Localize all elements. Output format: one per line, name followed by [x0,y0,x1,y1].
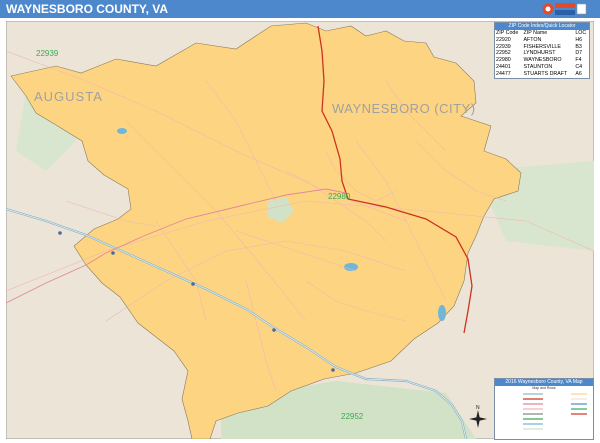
page-title: WAYNESBORO COUNTY, VA [0,0,600,18]
route-marker-3 [191,282,195,286]
compass-north-label: N [476,405,480,411]
region-label-waynesboro-city: WAYNESBORO (CITY) [332,101,476,116]
zip-name: STAUNTON [523,63,553,70]
zip-label-center: 22980 [328,192,351,201]
zip-name: LYNDHURST [523,50,556,57]
zip-legend-col-loc: LOC [575,30,587,36]
table-row: 22920 AFTON H6 [495,37,589,44]
table-row: 22939 FISHERSVILLE B3 [495,44,589,51]
zip-legend-table: ZIP Code ZIP Name LOC 22920 AFTON H6 229… [495,30,589,78]
zip-code: 22939 [496,43,511,50]
zip-loc: C4 [575,63,583,70]
zip-code: 22952 [496,50,511,57]
map-key: 2016 Waynesboro County, VA Map Map and R… [494,378,594,440]
zip-legend-header-row: ZIP Code ZIP Name LOC [495,30,589,37]
publisher-logo [542,3,587,15]
route-marker-5 [331,368,335,372]
county-map: AUGUSTA WAYNESBORO (CITY) 22939 22980 22… [6,21,594,439]
map-page: WAYNESBORO COUNTY, VA AUGUSTA WAYNESBORO… [0,0,600,442]
zip-label-north: 22939 [36,49,59,58]
zip-loc: H6 [575,36,583,43]
zip-name: FISHERSVILLE [523,43,561,50]
route-marker-1 [58,231,62,235]
zip-code: 22980 [496,57,511,64]
zip-code: 22920 [496,36,511,43]
zip-name: STUARTS DRAFT [523,70,568,77]
zip-legend: ZIP Code Index/Quick Locator ZIP Code ZI… [494,22,590,79]
zip-label-south: 22952 [341,412,364,421]
table-row: 22980 WAYNESBORO F4 [495,57,589,64]
zip-loc: D7 [575,50,583,57]
table-row: 24401 STAUNTON C4 [495,64,589,71]
table-row: 22952 LYNDHURST D7 [495,50,589,57]
zip-loc: F4 [575,57,582,64]
zip-legend-col-zip: ZIP Code [496,30,519,36]
zip-loc: A6 [575,70,582,77]
zip-legend-heading: ZIP Code Index/Quick Locator [495,23,589,30]
route-marker-4 [272,328,276,332]
zip-code: 24401 [496,63,511,70]
pond-central [344,263,358,271]
zip-legend-col-name: ZIP Name [523,30,548,36]
zip-name: AFTON [523,36,542,43]
zip-code: 24477 [496,70,511,77]
region-label-augusta: AUGUSTA [34,89,103,104]
pond-northwest [117,128,127,134]
route-marker-2 [111,251,115,255]
zip-loc: B3 [575,43,582,50]
table-row: 24477 STUARTS DRAFT A6 [495,71,589,78]
pond-east [438,305,446,321]
map-key-swatches [523,393,587,430]
zip-name: WAYNESBORO [523,57,562,64]
map-key-heading: 2016 Waynesboro County, VA Map [495,379,593,386]
